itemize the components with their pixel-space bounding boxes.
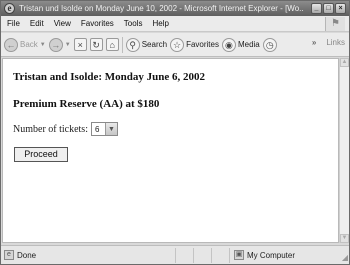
menu-help[interactable]: Help: [147, 19, 173, 28]
menu-bar: File Edit View Favorites Tools Help ⚑: [1, 16, 349, 32]
links-label[interactable]: Links: [326, 38, 345, 47]
scroll-up-icon[interactable]: ▲: [340, 58, 349, 67]
search-icon: ⚲: [125, 37, 140, 52]
menu-file[interactable]: File: [1, 19, 25, 28]
standard-toolbar: ← Back ▼ → ▼ × ↻ ⌂ ⚲ Search ☆ Favorites …: [1, 33, 349, 57]
proceed-button[interactable]: Proceed: [14, 147, 68, 162]
tickets-select[interactable]: 6 ▼: [90, 122, 118, 136]
status-text-cell: e Done: [1, 247, 176, 263]
scroll-down-icon[interactable]: ▼: [340, 234, 349, 243]
forward-dropdown-icon[interactable]: ▼: [65, 42, 71, 48]
history-button[interactable]: ◷: [262, 35, 277, 55]
back-button[interactable]: ← Back ▼: [4, 35, 46, 55]
search-label: Search: [141, 40, 168, 49]
forward-arrow-icon: →: [48, 37, 63, 52]
resize-grip-icon[interactable]: ◢: [338, 253, 348, 263]
favorites-star-icon: ☆: [170, 37, 185, 52]
windows-flag-icon: ⚑: [325, 17, 345, 31]
stop-icon: ×: [73, 38, 87, 51]
performance-heading: Tristan and Isolde: Monday June 6, 2002: [13, 71, 206, 83]
chevron-more-icon[interactable]: »: [312, 38, 316, 47]
toolbar-separator: [121, 36, 123, 53]
my-computer-icon: ▣: [234, 250, 244, 260]
status-pane: [176, 247, 194, 263]
tickets-row: Number of tickets: 6 ▼: [13, 122, 118, 136]
maximize-button[interactable]: □: [323, 3, 334, 14]
menu-tools[interactable]: Tools: [119, 19, 148, 28]
back-dropdown-icon[interactable]: ▼: [40, 42, 46, 48]
search-button[interactable]: ⚲ Search: [125, 35, 168, 55]
history-icon: ◷: [262, 37, 277, 52]
vertical-scrollbar[interactable]: ▲ ▼: [339, 58, 349, 243]
close-button[interactable]: ×: [335, 3, 346, 14]
ie-logo-icon: e: [4, 3, 15, 14]
tickets-label: Number of tickets:: [13, 123, 88, 135]
minimize-button[interactable]: _: [311, 3, 322, 14]
refresh-button[interactable]: ↻: [89, 35, 103, 55]
window-title: Tristan und Isolde on Monday June 10, 20…: [19, 4, 304, 13]
security-zone-cell: ▣ My Computer: [230, 248, 295, 263]
window-controls: _ □ ×: [311, 3, 346, 14]
menu-favorites[interactable]: Favorites: [76, 19, 119, 28]
home-button[interactable]: ⌂: [105, 35, 119, 55]
security-zone-text: My Computer: [247, 250, 296, 260]
home-icon: ⌂: [105, 38, 119, 51]
back-label: Back: [20, 40, 38, 49]
menu-view[interactable]: View: [49, 19, 76, 28]
favorites-button[interactable]: ☆ Favorites: [170, 35, 219, 55]
media-icon: ◉: [221, 37, 236, 52]
links-toolbar[interactable]: » Links: [312, 38, 345, 47]
tickets-select-value[interactable]: 6: [92, 125, 105, 134]
menu-edit[interactable]: Edit: [25, 19, 49, 28]
seat-price-heading: Premium Reserve (AA) at $180: [13, 98, 160, 110]
status-pane: [212, 247, 230, 263]
chevron-down-icon[interactable]: ▼: [104, 123, 117, 135]
status-bar: e Done ▣ My Computer ◢: [1, 245, 349, 264]
favorites-label: Favorites: [186, 40, 219, 49]
stop-button[interactable]: ×: [73, 35, 87, 55]
refresh-icon: ↻: [89, 38, 103, 51]
status-text: Done: [17, 250, 37, 260]
page-content: Tristan and Isolde: Monday June 6, 2002 …: [2, 58, 339, 243]
media-button[interactable]: ◉ Media: [221, 35, 260, 55]
back-arrow-icon: ←: [4, 37, 18, 52]
page-done-icon: e: [4, 250, 14, 260]
browser-window: e Tristan und Isolde on Monday June 10, …: [0, 0, 350, 265]
media-label: Media: [237, 40, 260, 49]
forward-button[interactable]: → ▼: [48, 35, 71, 55]
status-pane: [194, 247, 212, 263]
title-bar: e Tristan und Isolde on Monday June 10, …: [1, 1, 349, 16]
